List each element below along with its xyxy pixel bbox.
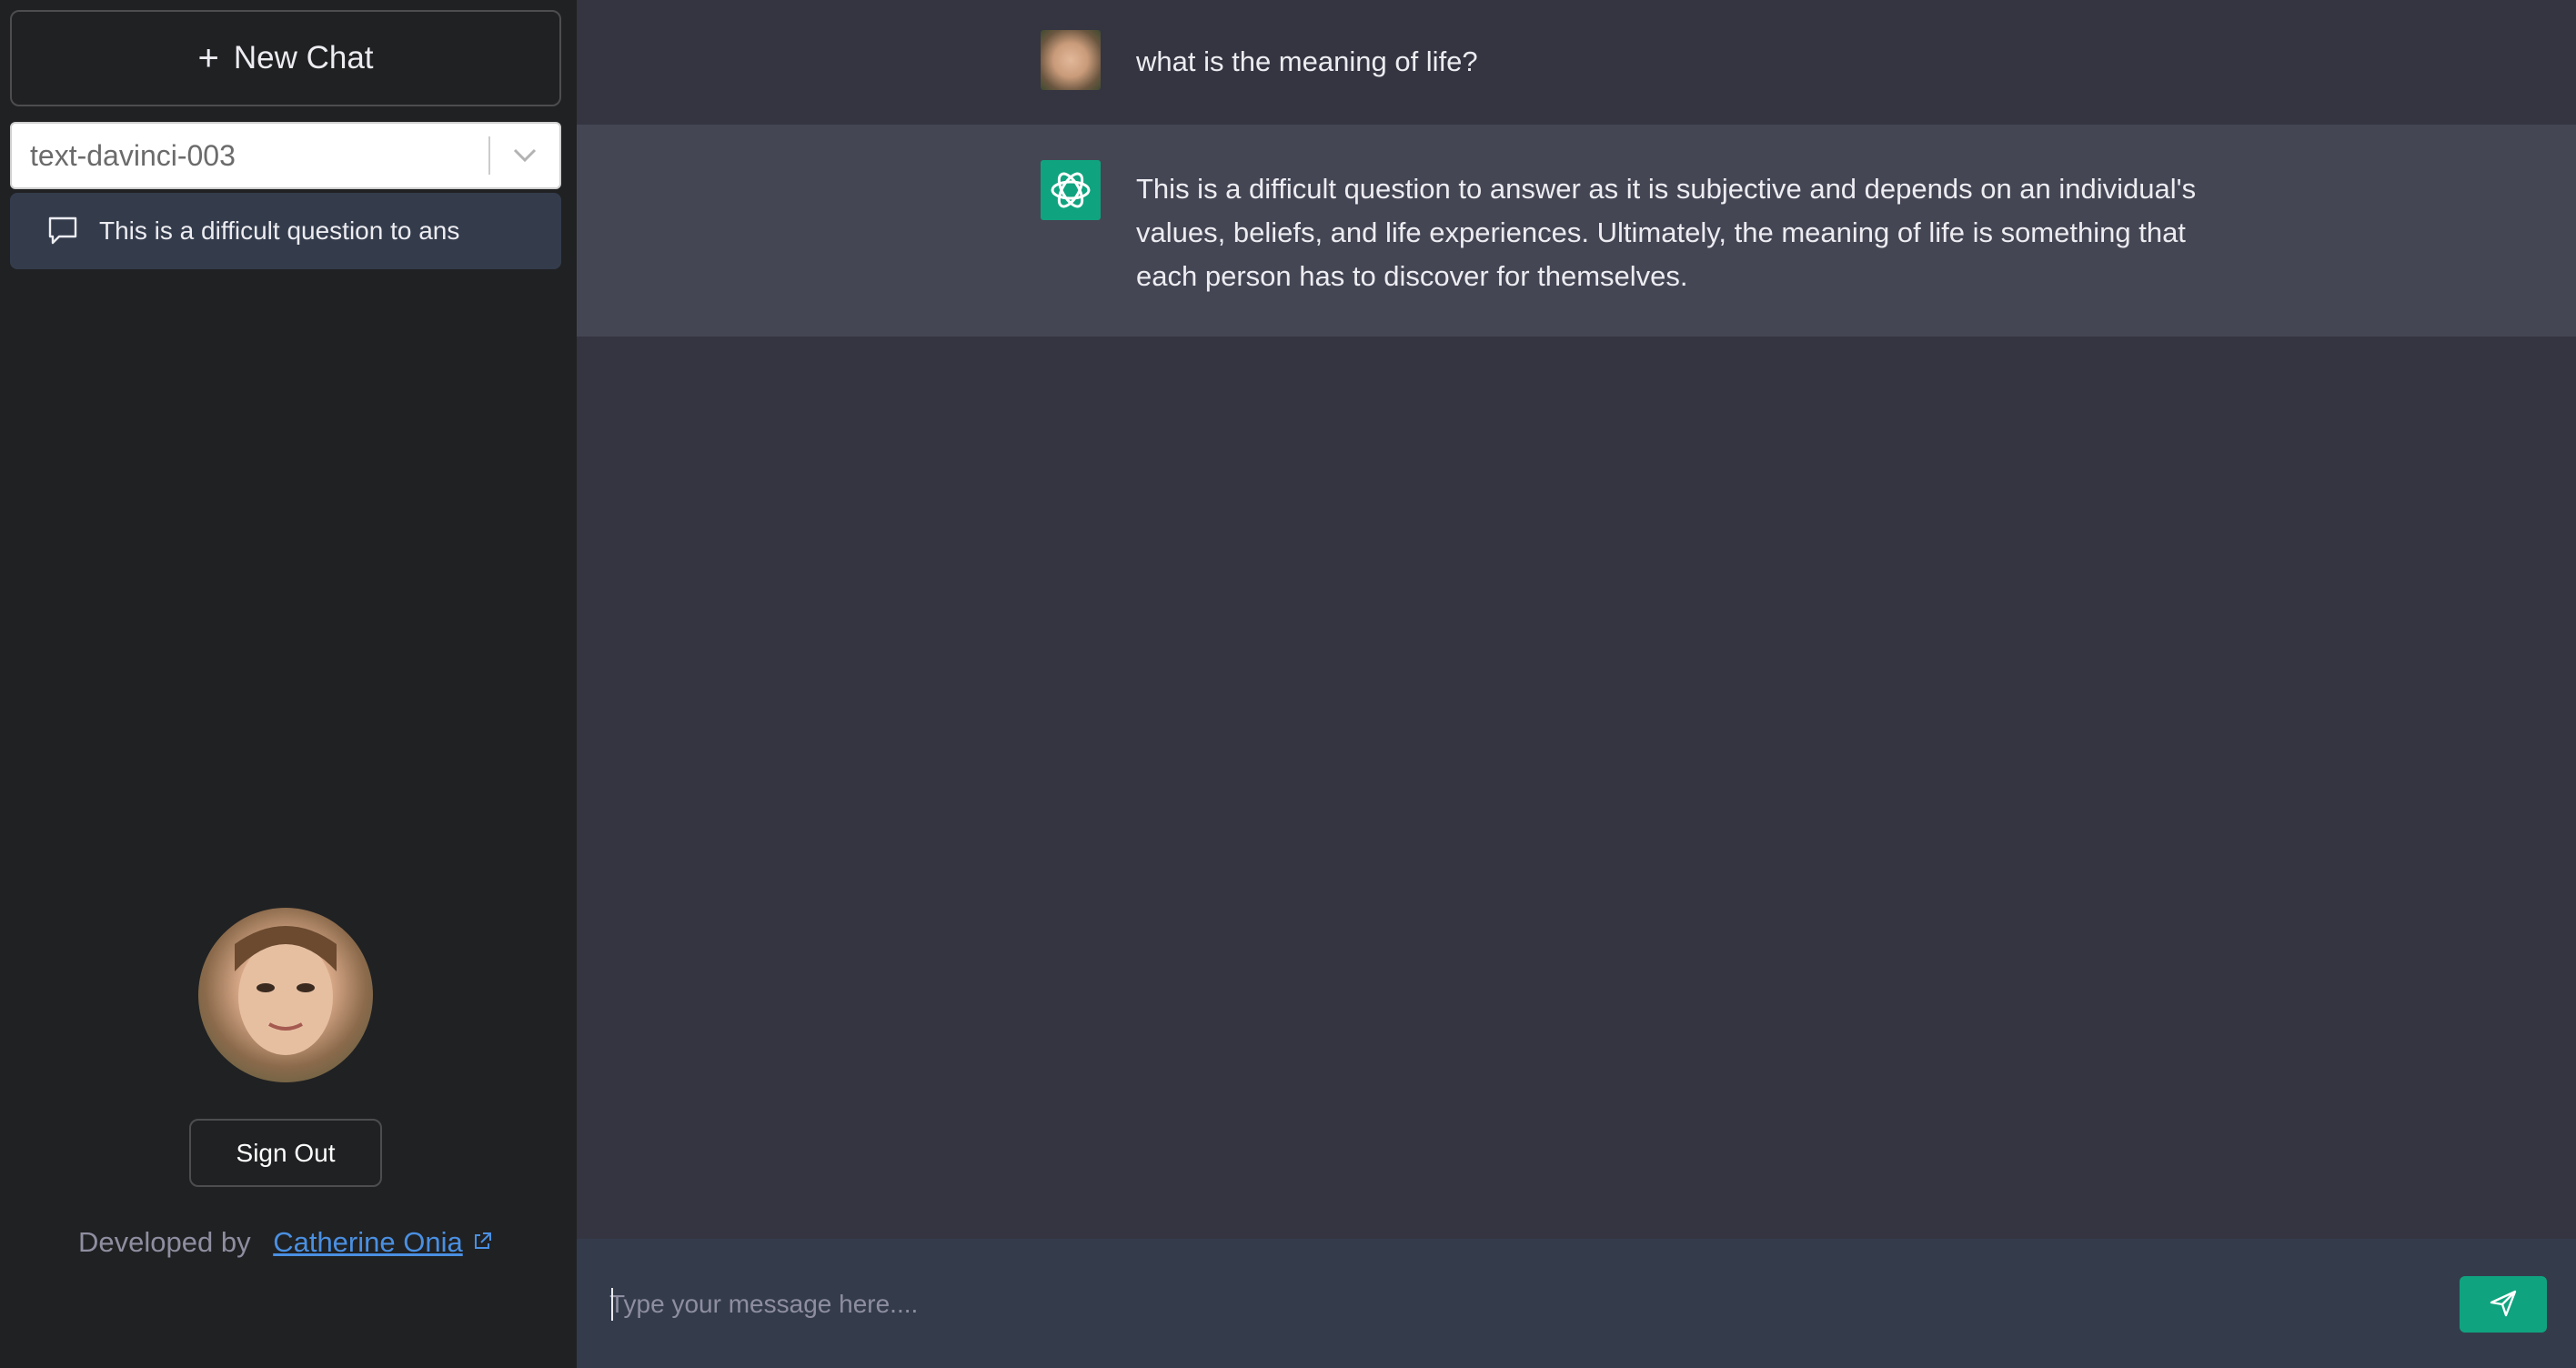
- external-link-icon: [472, 1226, 492, 1249]
- credit-prefix: Developed by: [78, 1226, 251, 1258]
- author-link[interactable]: Catherine Onia: [273, 1226, 463, 1258]
- chevron-down-icon[interactable]: [490, 124, 559, 187]
- plus-icon: +: [197, 37, 219, 78]
- chat-history-item[interactable]: This is a difficult question to ans: [10, 193, 561, 269]
- message-input[interactable]: [609, 1273, 2456, 1335]
- app: + New Chat text-davinci-003 This is a di…: [0, 0, 2576, 1368]
- new-chat-button[interactable]: + New Chat: [10, 10, 561, 106]
- new-chat-label: New Chat: [233, 40, 374, 75]
- model-select[interactable]: text-davinci-003: [10, 122, 561, 189]
- send-button[interactable]: [2460, 1276, 2547, 1333]
- message-row-assistant: This is a difficult question to answer a…: [577, 125, 2576, 337]
- send-icon: [2488, 1288, 2519, 1322]
- chat-main: what is the meaning of life? This is a d…: [577, 0, 2576, 1368]
- user-avatar: [1041, 30, 1101, 90]
- chat-bubble-icon: [45, 213, 81, 249]
- assistant-message-text: This is a difficult question to answer a…: [1136, 173, 2197, 292]
- message-row-user: what is the meaning of life?: [577, 0, 2576, 125]
- developer-credit: Developed by Catherine Onia: [78, 1226, 492, 1259]
- message-composer: [577, 1239, 2576, 1368]
- text-cursor: [611, 1288, 613, 1321]
- user-message-text: what is the meaning of life?: [1136, 45, 1478, 77]
- avatar: [198, 908, 373, 1082]
- sign-out-label: Sign Out: [236, 1138, 336, 1167]
- openai-logo-icon: [1041, 160, 1101, 220]
- sidebar: + New Chat text-davinci-003 This is a di…: [0, 0, 577, 1368]
- chat-history-label: This is a difficult question to ans: [99, 216, 460, 245]
- sign-out-button[interactable]: Sign Out: [189, 1119, 382, 1187]
- model-select-value: text-davinci-003: [30, 138, 236, 172]
